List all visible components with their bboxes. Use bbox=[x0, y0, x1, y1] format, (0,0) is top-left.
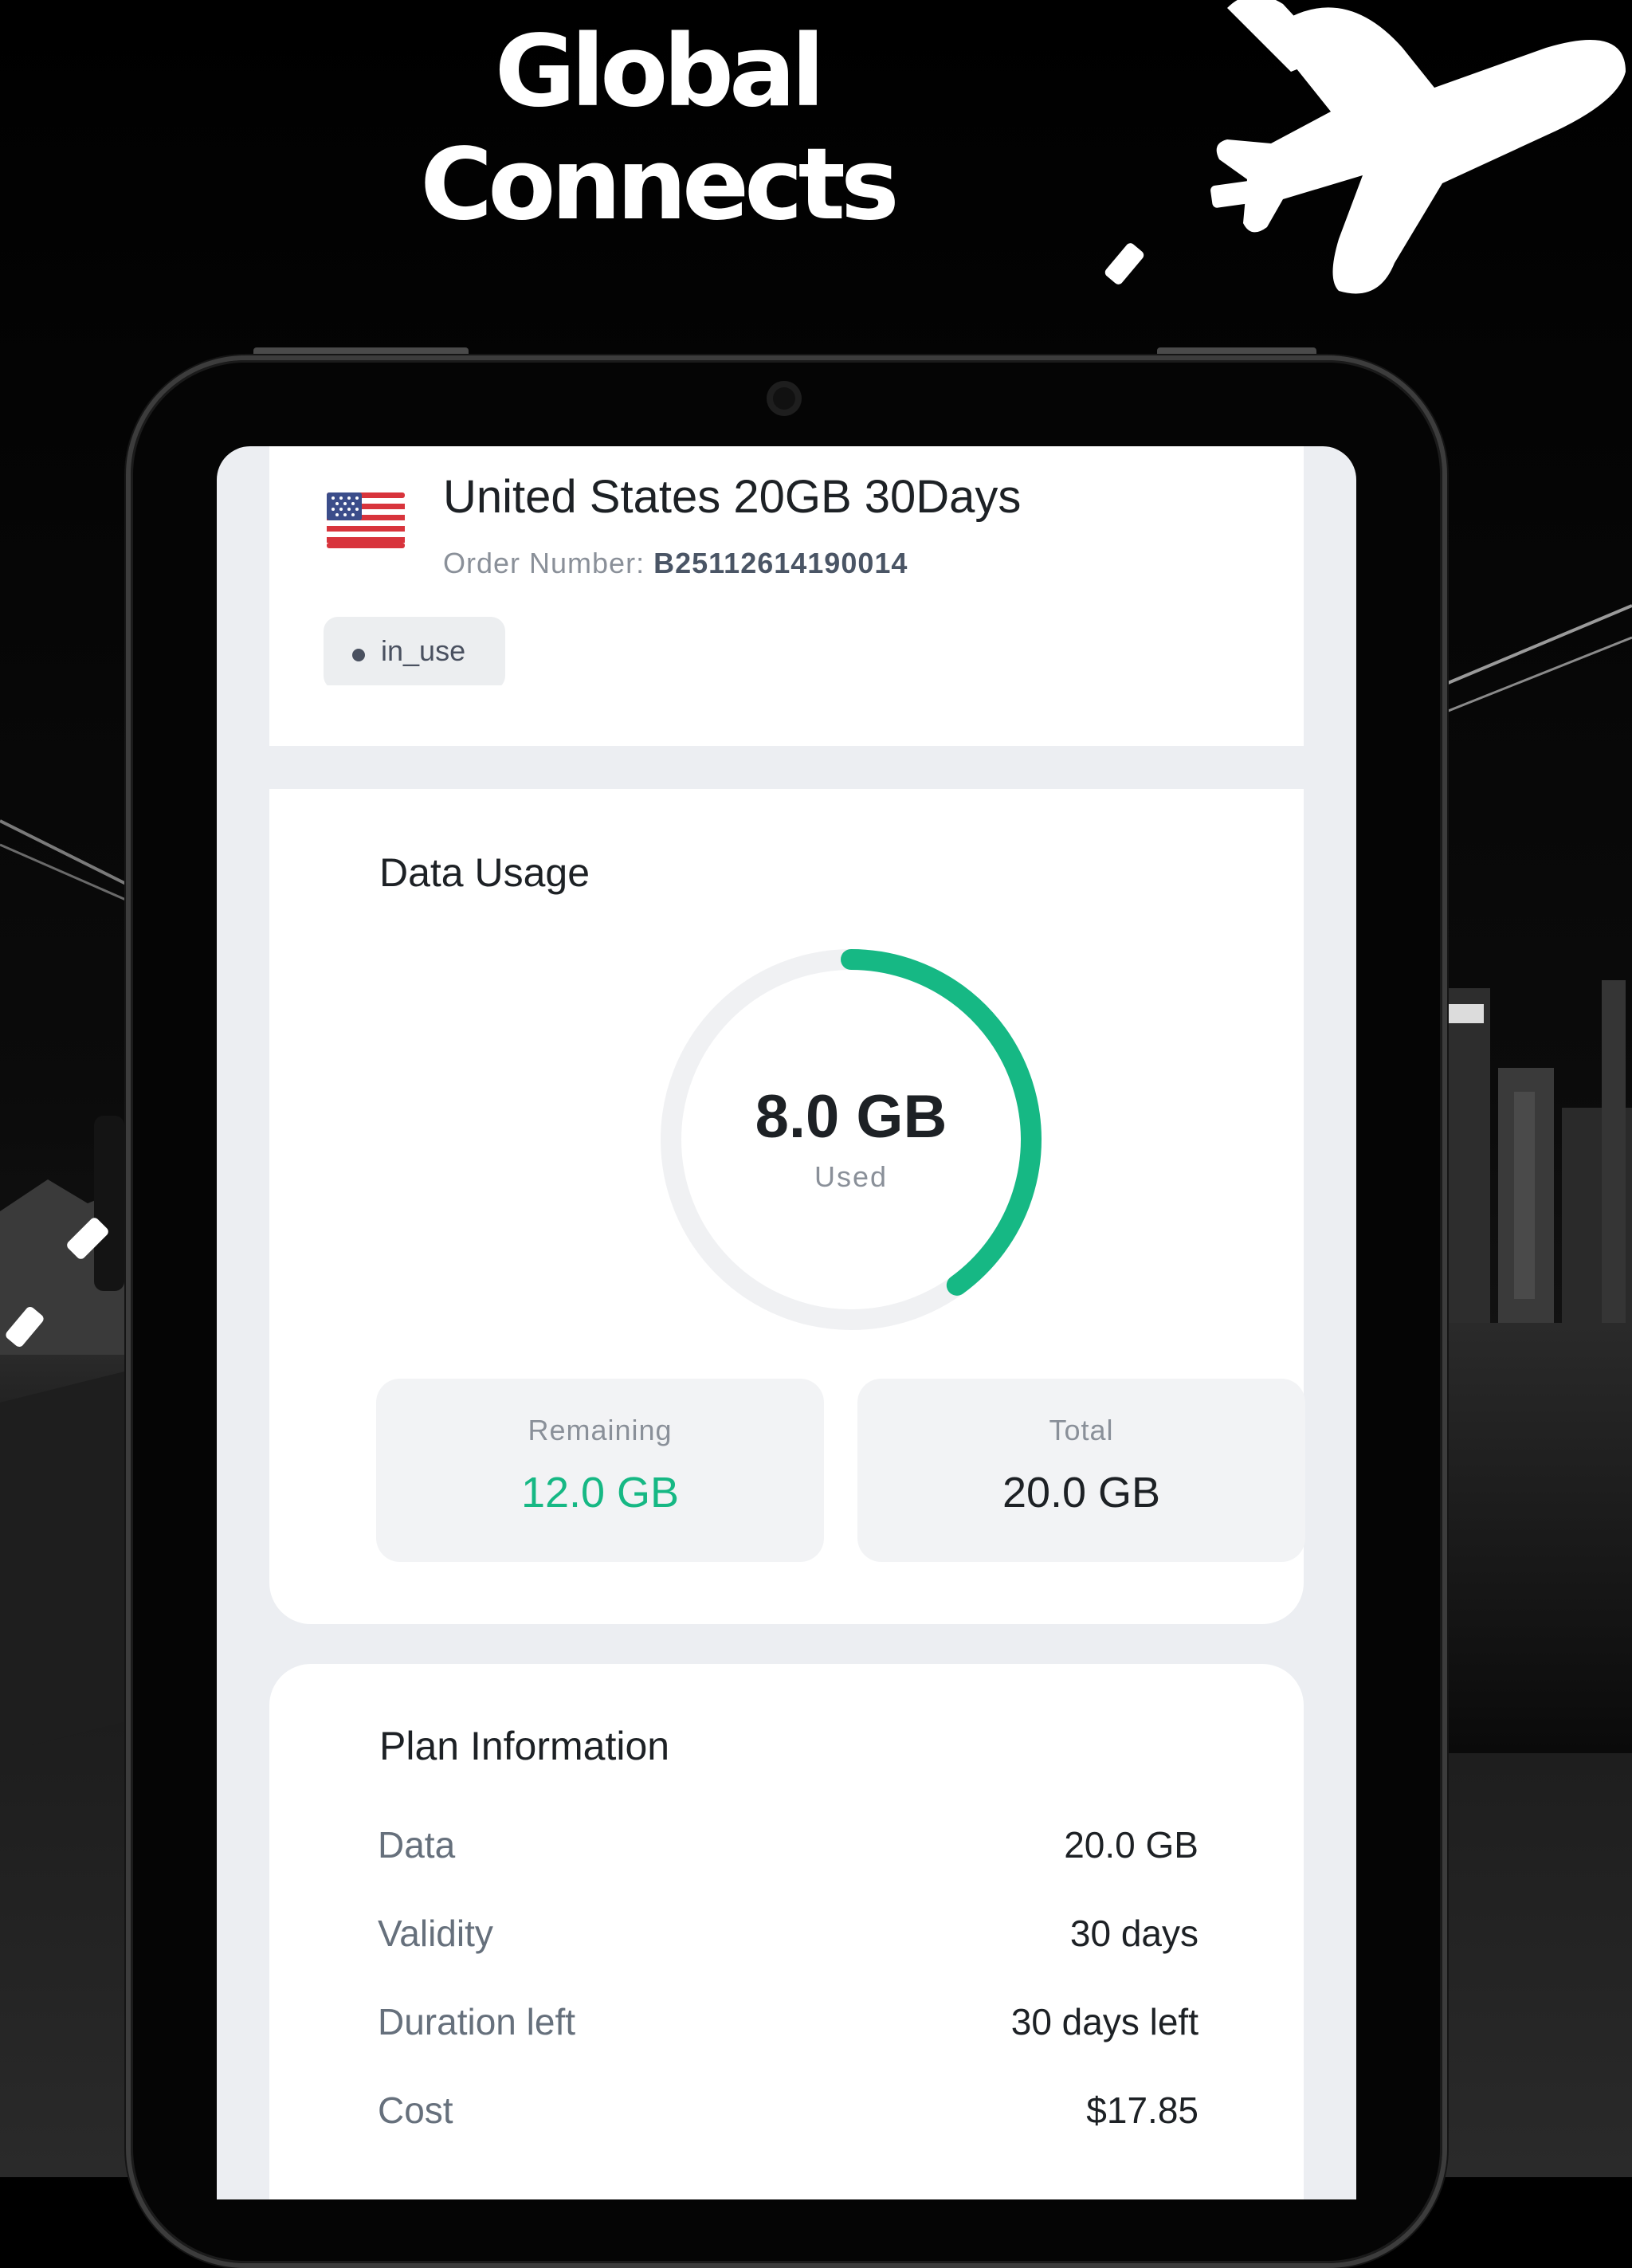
card-gap bbox=[217, 746, 1356, 789]
info-label: Validity bbox=[378, 1913, 493, 1954]
status-text: in_use bbox=[381, 634, 466, 667]
info-row-duration-left: Duration left 30 days left bbox=[378, 2000, 1198, 2056]
info-value: $17.85 bbox=[1086, 2089, 1198, 2131]
order-number-row: Order Number: B25112614190014 bbox=[443, 547, 908, 580]
info-label: Data bbox=[378, 1824, 456, 1866]
total-label: Total bbox=[1049, 1414, 1114, 1446]
plan-title: United States 20GB 30Days bbox=[443, 471, 1022, 523]
info-value: 20.0 GB bbox=[1064, 1824, 1198, 1866]
total-stat: Total 20.0 GB bbox=[857, 1379, 1305, 1562]
dot-icon bbox=[352, 649, 365, 661]
remaining-value: 12.0 GB bbox=[520, 1469, 680, 1517]
data-usage-card: Data Usage 8.0 GB Used Remaining 12.0 GB… bbox=[269, 789, 1305, 1624]
plan-information-heading: Plan Information bbox=[379, 1724, 670, 1768]
total-value: 20.0 GB bbox=[1002, 1469, 1161, 1517]
remaining-stat: Remaining 12.0 GB bbox=[376, 1379, 824, 1562]
plan-header-card-bottom bbox=[269, 685, 1304, 746]
info-label: Cost bbox=[378, 2089, 453, 2131]
airplane-icon bbox=[1104, 0, 1626, 294]
app-screen: United States 20GB 30Days Order Number: … bbox=[217, 446, 1356, 2199]
used-value: 8.0 GB bbox=[755, 1083, 947, 1151]
info-value: 30 days bbox=[1069, 1913, 1198, 1954]
order-number-value: B25112614190014 bbox=[653, 547, 908, 579]
status-badge: in_use bbox=[324, 617, 505, 690]
info-row-cost: Cost $17.85 bbox=[378, 2089, 1198, 2144]
order-number-label: Order Number: bbox=[443, 547, 645, 579]
flight-path-dashes bbox=[6, 1218, 108, 1348]
info-value: 30 days left bbox=[1010, 2001, 1198, 2042]
info-row-data: Data 20.0 GB bbox=[378, 1823, 1198, 1879]
info-label: Duration left bbox=[378, 2001, 576, 2042]
us-flag-icon bbox=[327, 492, 405, 548]
plan-information-card: Plan Information Data 20.0 GB Validity 3… bbox=[269, 1664, 1304, 2199]
front-camera bbox=[767, 381, 802, 416]
data-usage-heading: Data Usage bbox=[379, 850, 590, 895]
remaining-label: Remaining bbox=[528, 1414, 673, 1446]
used-label: Used bbox=[814, 1160, 889, 1193]
info-row-validity: Validity 30 days bbox=[378, 1912, 1198, 1968]
